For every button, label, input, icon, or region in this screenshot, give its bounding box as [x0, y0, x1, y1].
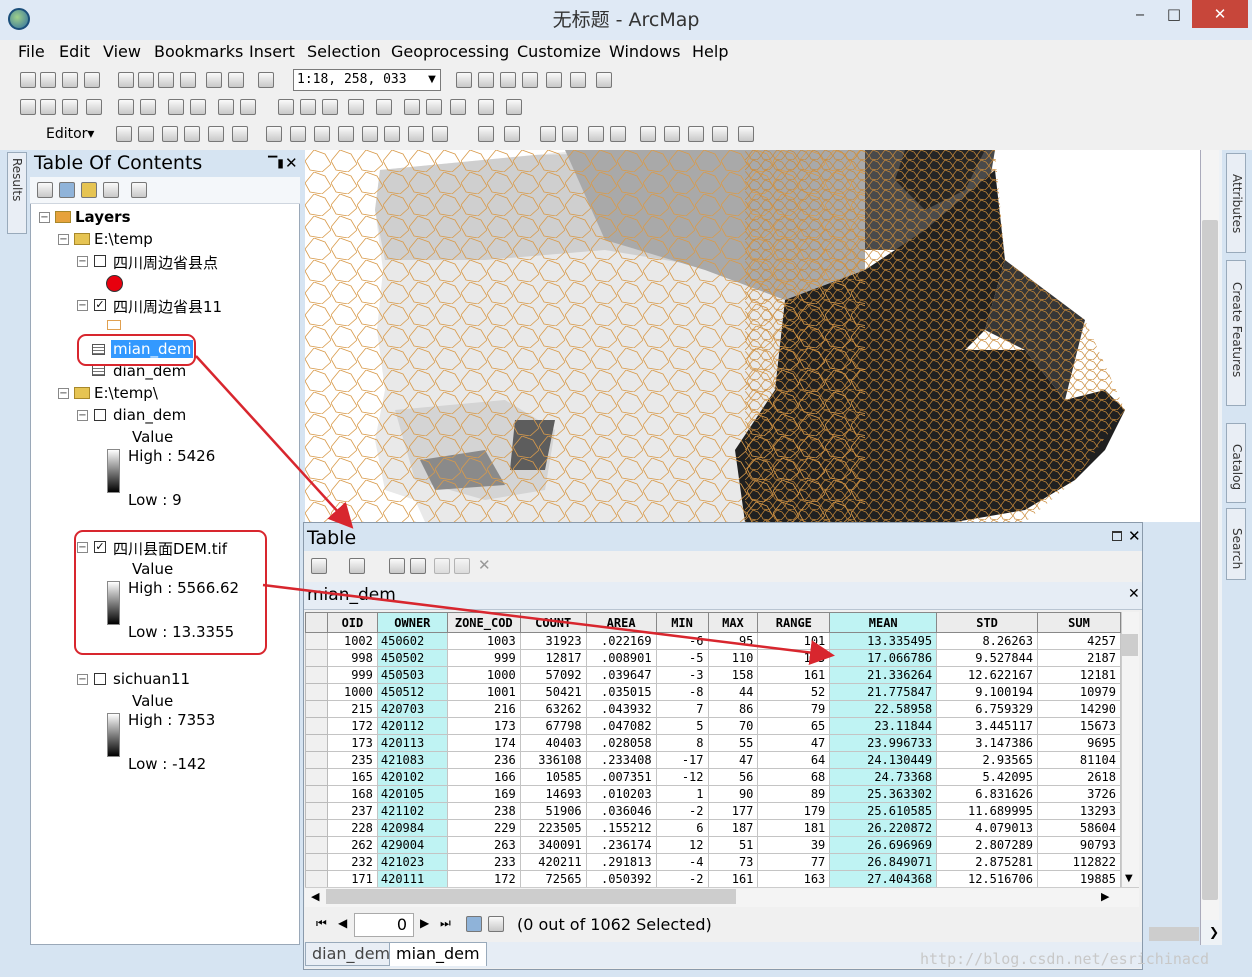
- annotation-arrows: [195, 355, 835, 665]
- arrow-to-table: [195, 355, 354, 529]
- arrow-to-mean-column: [262, 583, 835, 665]
